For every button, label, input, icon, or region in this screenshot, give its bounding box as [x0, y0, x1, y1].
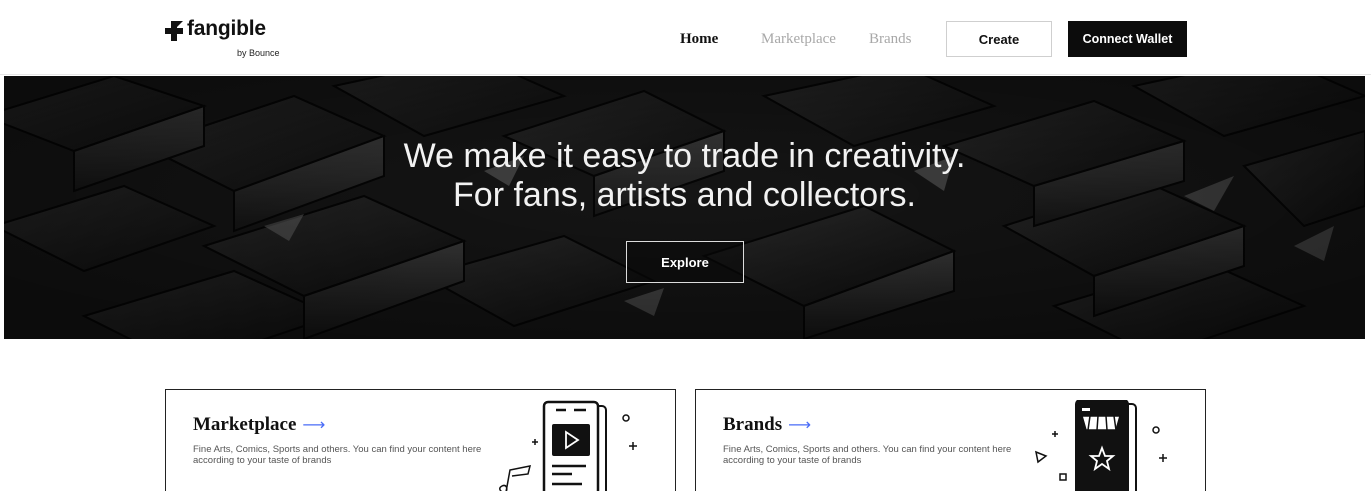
hero-headline-line1: We make it easy to trade in creativity.	[403, 137, 966, 175]
brands-card-title-text: Brands	[723, 414, 783, 435]
logo-subtitle: by Bounce	[237, 48, 280, 58]
marketplace-card[interactable]: Marketplace ⟶ Fine Arts, Comics, Sports a…	[165, 389, 676, 491]
arrow-right-icon: ⟶	[788, 415, 812, 434]
brands-card-description: Fine Arts, Comics, Sports and others. Yo…	[723, 444, 1012, 466]
brands-card[interactable]: Brands ⟶ Fine Arts, Comics, Sports and ot…	[695, 389, 1206, 491]
arrow-right-icon: ⟶	[302, 415, 326, 434]
nav-brands[interactable]: Brands	[869, 31, 912, 48]
logo-text: fangible	[187, 17, 266, 40]
marketplace-card-description: Fine Arts, Comics, Sports and others. Yo…	[193, 444, 482, 466]
create-button[interactable]: Create	[946, 21, 1052, 57]
site-header: fangible by Bounce Home Marketplace Bran…	[0, 0, 1371, 75]
fangible-logo-icon	[165, 21, 183, 41]
connect-wallet-button[interactable]: Connect Wallet	[1068, 21, 1187, 57]
nav-home[interactable]: Home	[680, 31, 718, 48]
hero-headline-line2: For fans, artists and collectors.	[453, 176, 916, 214]
phone-video-icon	[499, 400, 637, 491]
hero-headline: We make it easy to trade in creativity. …	[4, 137, 1365, 215]
explore-button[interactable]: Explore	[626, 241, 744, 283]
hero-banner: We make it easy to trade in creativity. …	[4, 76, 1365, 339]
brands-card-title[interactable]: Brands ⟶	[723, 414, 811, 436]
marketplace-card-title[interactable]: Marketplace ⟶	[193, 414, 325, 436]
logo[interactable]: fangible by Bounce	[165, 14, 305, 64]
nav-marketplace[interactable]: Marketplace	[761, 31, 836, 48]
phone-storefront-icon	[1034, 400, 1167, 491]
marketplace-card-title-text: Marketplace	[193, 414, 297, 435]
